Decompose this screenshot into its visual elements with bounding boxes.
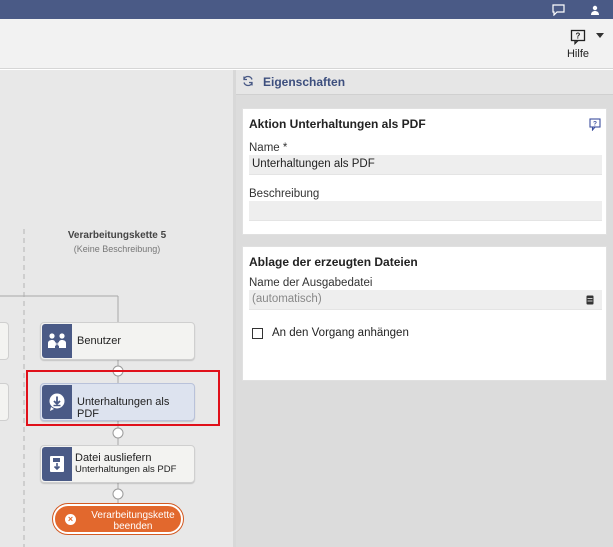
action-card-title: Aktion Unterhaltungen als PDF — [249, 117, 426, 131]
node-datei-ausliefern[interactable]: Datei ausliefern Unterhaltungen als PDF — [40, 445, 195, 483]
user-icon[interactable] — [587, 2, 603, 17]
users-icon — [42, 324, 72, 358]
offscreen-node[interactable] — [0, 322, 9, 360]
node-sublabel: Unterhaltungen als PDF — [75, 464, 177, 475]
svg-text:?: ? — [576, 32, 581, 41]
refresh-icon[interactable] — [242, 75, 254, 90]
filename-placeholder: (automatisch) — [252, 293, 322, 305]
chat-icon[interactable] — [550, 2, 566, 17]
help-icon[interactable]: ? — [589, 118, 601, 132]
end-label-line1: Verarbeitungskette — [91, 510, 175, 521]
filename-label: Name der Ausgabedatei — [249, 277, 373, 289]
name-label: Name * — [249, 142, 288, 154]
storage-card-title: Ablage der erzeugten Dateien — [249, 255, 418, 269]
connector-port — [112, 488, 124, 500]
node-label: Benutzer — [77, 335, 122, 347]
help-dropdown-caret[interactable] — [596, 33, 604, 38]
chain-subtitle: (Keine Beschreibung) — [73, 244, 161, 254]
connector-port — [112, 427, 124, 439]
help-button[interactable]: ? — [562, 29, 594, 48]
attach-checkbox[interactable] — [252, 328, 263, 339]
attach-label[interactable]: An den Vorgang anhängen — [272, 327, 409, 339]
action-card: Aktion Unterhaltungen als PDF ? Name * U… — [242, 108, 607, 235]
close-icon: × — [65, 514, 76, 525]
node-text: Datei ausliefern Unterhaltungen als PDF — [75, 452, 177, 476]
panel-title: Eigenschaften — [263, 75, 346, 89]
svg-text:?: ? — [593, 121, 597, 128]
help-label[interactable]: Hilfe — [555, 48, 601, 60]
panel-header: Eigenschaften — [236, 70, 613, 95]
description-label: Beschreibung — [249, 188, 320, 200]
storage-card: Ablage der erzeugten Dateien Name der Au… — [242, 246, 607, 381]
end-chain-button[interactable]: × Verarbeitungskette beenden — [52, 503, 184, 535]
save-file-icon — [42, 447, 72, 481]
properties-panel: Eigenschaften Aktion Unterhaltungen als … — [236, 70, 613, 547]
name-field[interactable]: Unterhaltungen als PDF — [249, 155, 602, 175]
description-field[interactable] — [249, 201, 602, 221]
node-label: Datei ausliefern — [75, 452, 152, 464]
offscreen-node[interactable] — [0, 383, 9, 421]
help-icon: ? — [570, 29, 586, 46]
node-benutzer[interactable]: Benutzer — [40, 322, 195, 360]
end-label-line2: beenden — [113, 521, 153, 532]
selection-highlight-box — [26, 370, 220, 426]
database-icon[interactable] — [586, 295, 594, 305]
end-chain-label: Verarbeitungskette beenden — [89, 510, 177, 532]
chain-title: Verarbeitungskette 5 — [67, 230, 167, 241]
filename-field[interactable]: (automatisch) — [249, 290, 602, 310]
